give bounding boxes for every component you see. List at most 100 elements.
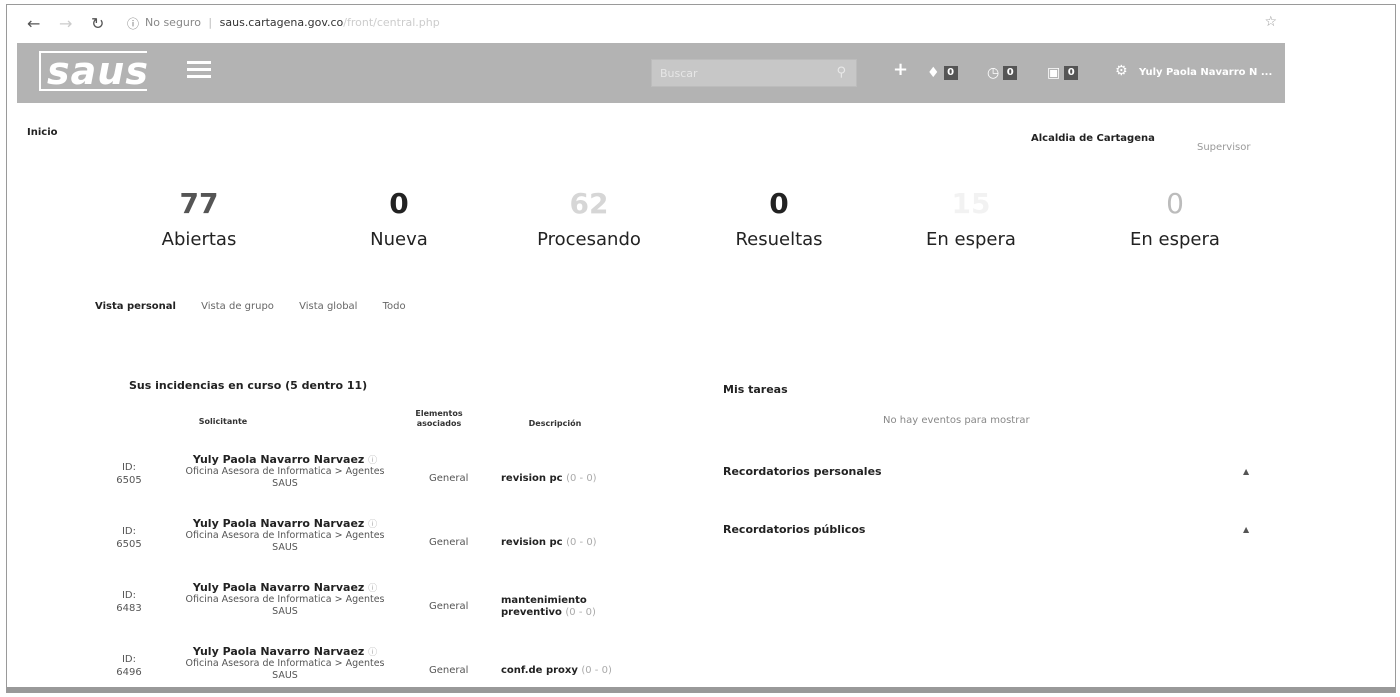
tickets-title[interactable]: Sus incidencias en curso (5 dentro 11) (129, 379, 367, 392)
tab-group-view[interactable]: Vista de grupo (201, 301, 274, 312)
info-circle-icon[interactable]: ⓘ (368, 520, 377, 530)
stat-opened[interactable]: 77 Abiertas (119, 187, 279, 250)
search-input[interactable] (652, 60, 822, 86)
ticket-description[interactable]: mantenimiento preventivo (0 - 0) (501, 595, 611, 619)
stat-label: Resueltas (735, 229, 823, 250)
stat-waiting[interactable]: 15 En espera (891, 187, 1051, 250)
stat-label: En espera (1130, 229, 1220, 250)
tag-icon: ♦ (927, 65, 940, 81)
user-menu[interactable]: Yuly Paola Navarro N ... (1139, 67, 1272, 78)
tasks-title[interactable]: Mis tareas (723, 383, 788, 396)
ticket-id: ID: 6505 (116, 526, 142, 550)
url-host: saus.cartagena.gov.co (219, 16, 344, 29)
requester-group: Oficina Asesora de Informatica > Agentes… (185, 466, 385, 489)
requester-group: Oficina Asesora de Informatica > Agentes… (185, 594, 385, 617)
breadcrumb[interactable]: Inicio (27, 127, 58, 138)
ticket-id: ID: 6496 (116, 654, 142, 678)
clock-counter[interactable]: ◷ 0 (987, 65, 1018, 81)
stat-value: 0 (389, 187, 409, 220)
stat-value: 77 (179, 187, 219, 220)
stat-solved[interactable]: 0 Resueltas (699, 187, 859, 250)
ticket-id: ID: 6483 (116, 590, 142, 614)
requester-name[interactable]: Yuly Paola Navarro Narvaez (193, 581, 365, 594)
requester-group: Oficina Asesora de Informatica > Agentes… (185, 658, 385, 681)
taskbar-strip (7, 687, 1395, 692)
col-description[interactable]: Descripción (515, 419, 595, 429)
ticket-description[interactable]: revision pc (0 - 0) (501, 537, 597, 549)
ticket-description[interactable]: conf.de proxy (0 - 0) (501, 665, 612, 677)
gear-icon[interactable]: ⚙ (1115, 63, 1128, 79)
logo[interactable]: saus (39, 49, 149, 93)
requester: Yuly Paola Navarro Narvaez ⓘ Oficina Ase… (175, 453, 395, 490)
logo-text: saus (47, 49, 149, 93)
table-row[interactable]: ID: 6505 Yuly Paola Navarro Narvaez ⓘ Ofi… (107, 517, 667, 577)
stat-value: 0 (769, 187, 789, 220)
stat-waiting-2[interactable]: 0 En espera (1095, 187, 1255, 250)
star-icon[interactable]: ☆ (1264, 14, 1277, 30)
requester-name[interactable]: Yuly Paola Navarro Narvaez (193, 645, 365, 658)
browser-toolbar: ← → ↻ ⓘ No seguro | saus.cartagena.gov.c… (7, 5, 1395, 43)
table-row[interactable]: ID: 6505 Yuly Paola Navarro Narvaez ⓘ Ofi… (107, 453, 667, 513)
security-text: No seguro (145, 16, 201, 29)
stat-label: Nueva (370, 229, 428, 250)
reload-icon[interactable]: ↻ (91, 14, 104, 33)
associated-item: General (429, 601, 469, 612)
app-header: saus ⚲ + ♦0 ◷0 ▣0 ⚙ Yuly Paola Navarro N… (17, 43, 1285, 103)
col-associated-items[interactable]: Elementos asociados (407, 409, 471, 429)
back-arrow-icon[interactable]: ← (27, 14, 40, 33)
search-box: ⚲ (651, 59, 857, 87)
requester: Yuly Paola Navarro Narvaez ⓘ Oficina Ase… (175, 517, 395, 554)
requester: Yuly Paola Navarro Narvaez ⓘ Oficina Ase… (175, 581, 395, 618)
profile-name[interactable]: Supervisor (1197, 142, 1250, 153)
view-tabs: Vista personal Vista de grupo Vista glob… (95, 301, 428, 312)
plus-icon[interactable]: + (893, 59, 908, 80)
requester-group: Oficina Asesora de Informatica > Agentes… (185, 530, 385, 553)
url-path: /front/central.php (343, 16, 440, 29)
info-circle-icon[interactable]: ⓘ (368, 648, 377, 658)
clock-icon: ◷ (987, 65, 1000, 81)
stat-value: 0 (1166, 187, 1184, 220)
requester-name[interactable]: Yuly Paola Navarro Narvaez (193, 453, 365, 466)
info-circle-icon[interactable]: ⓘ (368, 584, 377, 594)
tab-all[interactable]: Todo (383, 301, 406, 312)
forward-arrow-icon[interactable]: → (59, 14, 72, 33)
requester-name[interactable]: Yuly Paola Navarro Narvaez (193, 517, 365, 530)
associated-item: General (429, 665, 469, 676)
personal-reminders-title[interactable]: Recordatorios personales (723, 465, 882, 478)
ticket-description[interactable]: revision pc (0 - 0) (501, 473, 597, 485)
calendar-counter[interactable]: ▣ 0 (1047, 65, 1079, 81)
associated-item: General (429, 537, 469, 548)
tab-personal-view[interactable]: Vista personal (95, 301, 176, 312)
stat-new[interactable]: 0 Nueva (319, 187, 479, 250)
requester: Yuly Paola Navarro Narvaez ⓘ Oficina Ase… (175, 645, 395, 682)
stat-value: 62 (569, 187, 609, 220)
table-row[interactable]: ID: 6483 Yuly Paola Navarro Narvaez ⓘ Ofi… (107, 581, 667, 641)
stat-label: Abiertas (161, 229, 237, 250)
expand-icon[interactable]: ▲ (1243, 525, 1249, 534)
search-icon[interactable]: ⚲ (836, 65, 846, 80)
table-row[interactable]: ID: 6496 Yuly Paola Navarro Narvaez ⓘ Ofi… (107, 645, 667, 692)
col-requester[interactable]: Solicitante (183, 417, 263, 427)
info-circle-icon[interactable]: ⓘ (368, 456, 377, 466)
ticket-id: ID: 6505 (116, 462, 142, 486)
public-reminders-title[interactable]: Recordatorios públicos (723, 523, 865, 536)
url-separator: | (208, 16, 213, 29)
menu-icon[interactable] (187, 61, 211, 79)
info-icon[interactable]: ⓘ (127, 15, 139, 32)
address-bar[interactable]: No seguro | saus.cartagena.gov.co/front/… (145, 16, 440, 29)
stat-label: Procesando (537, 229, 641, 250)
browser-window: ← → ↻ ⓘ No seguro | saus.cartagena.gov.c… (6, 4, 1396, 693)
calendar-icon: ▣ (1047, 65, 1061, 81)
stat-processing[interactable]: 62 Procesando (509, 187, 669, 250)
tab-global-view[interactable]: Vista global (299, 301, 357, 312)
stat-label: En espera (926, 229, 1016, 250)
stat-value: 15 (951, 187, 991, 220)
clock-count: 0 (1003, 66, 1018, 80)
calendar-count: 0 (1064, 66, 1079, 80)
associated-item: General (429, 473, 469, 484)
expand-icon[interactable]: ▲ (1243, 467, 1249, 476)
empty-events-message: No hay eventos para mostrar (883, 415, 1030, 426)
tag-counter[interactable]: ♦ 0 (927, 65, 958, 81)
entity-name[interactable]: Alcaldia de Cartagena (1031, 133, 1155, 144)
tag-count: 0 (943, 66, 958, 80)
